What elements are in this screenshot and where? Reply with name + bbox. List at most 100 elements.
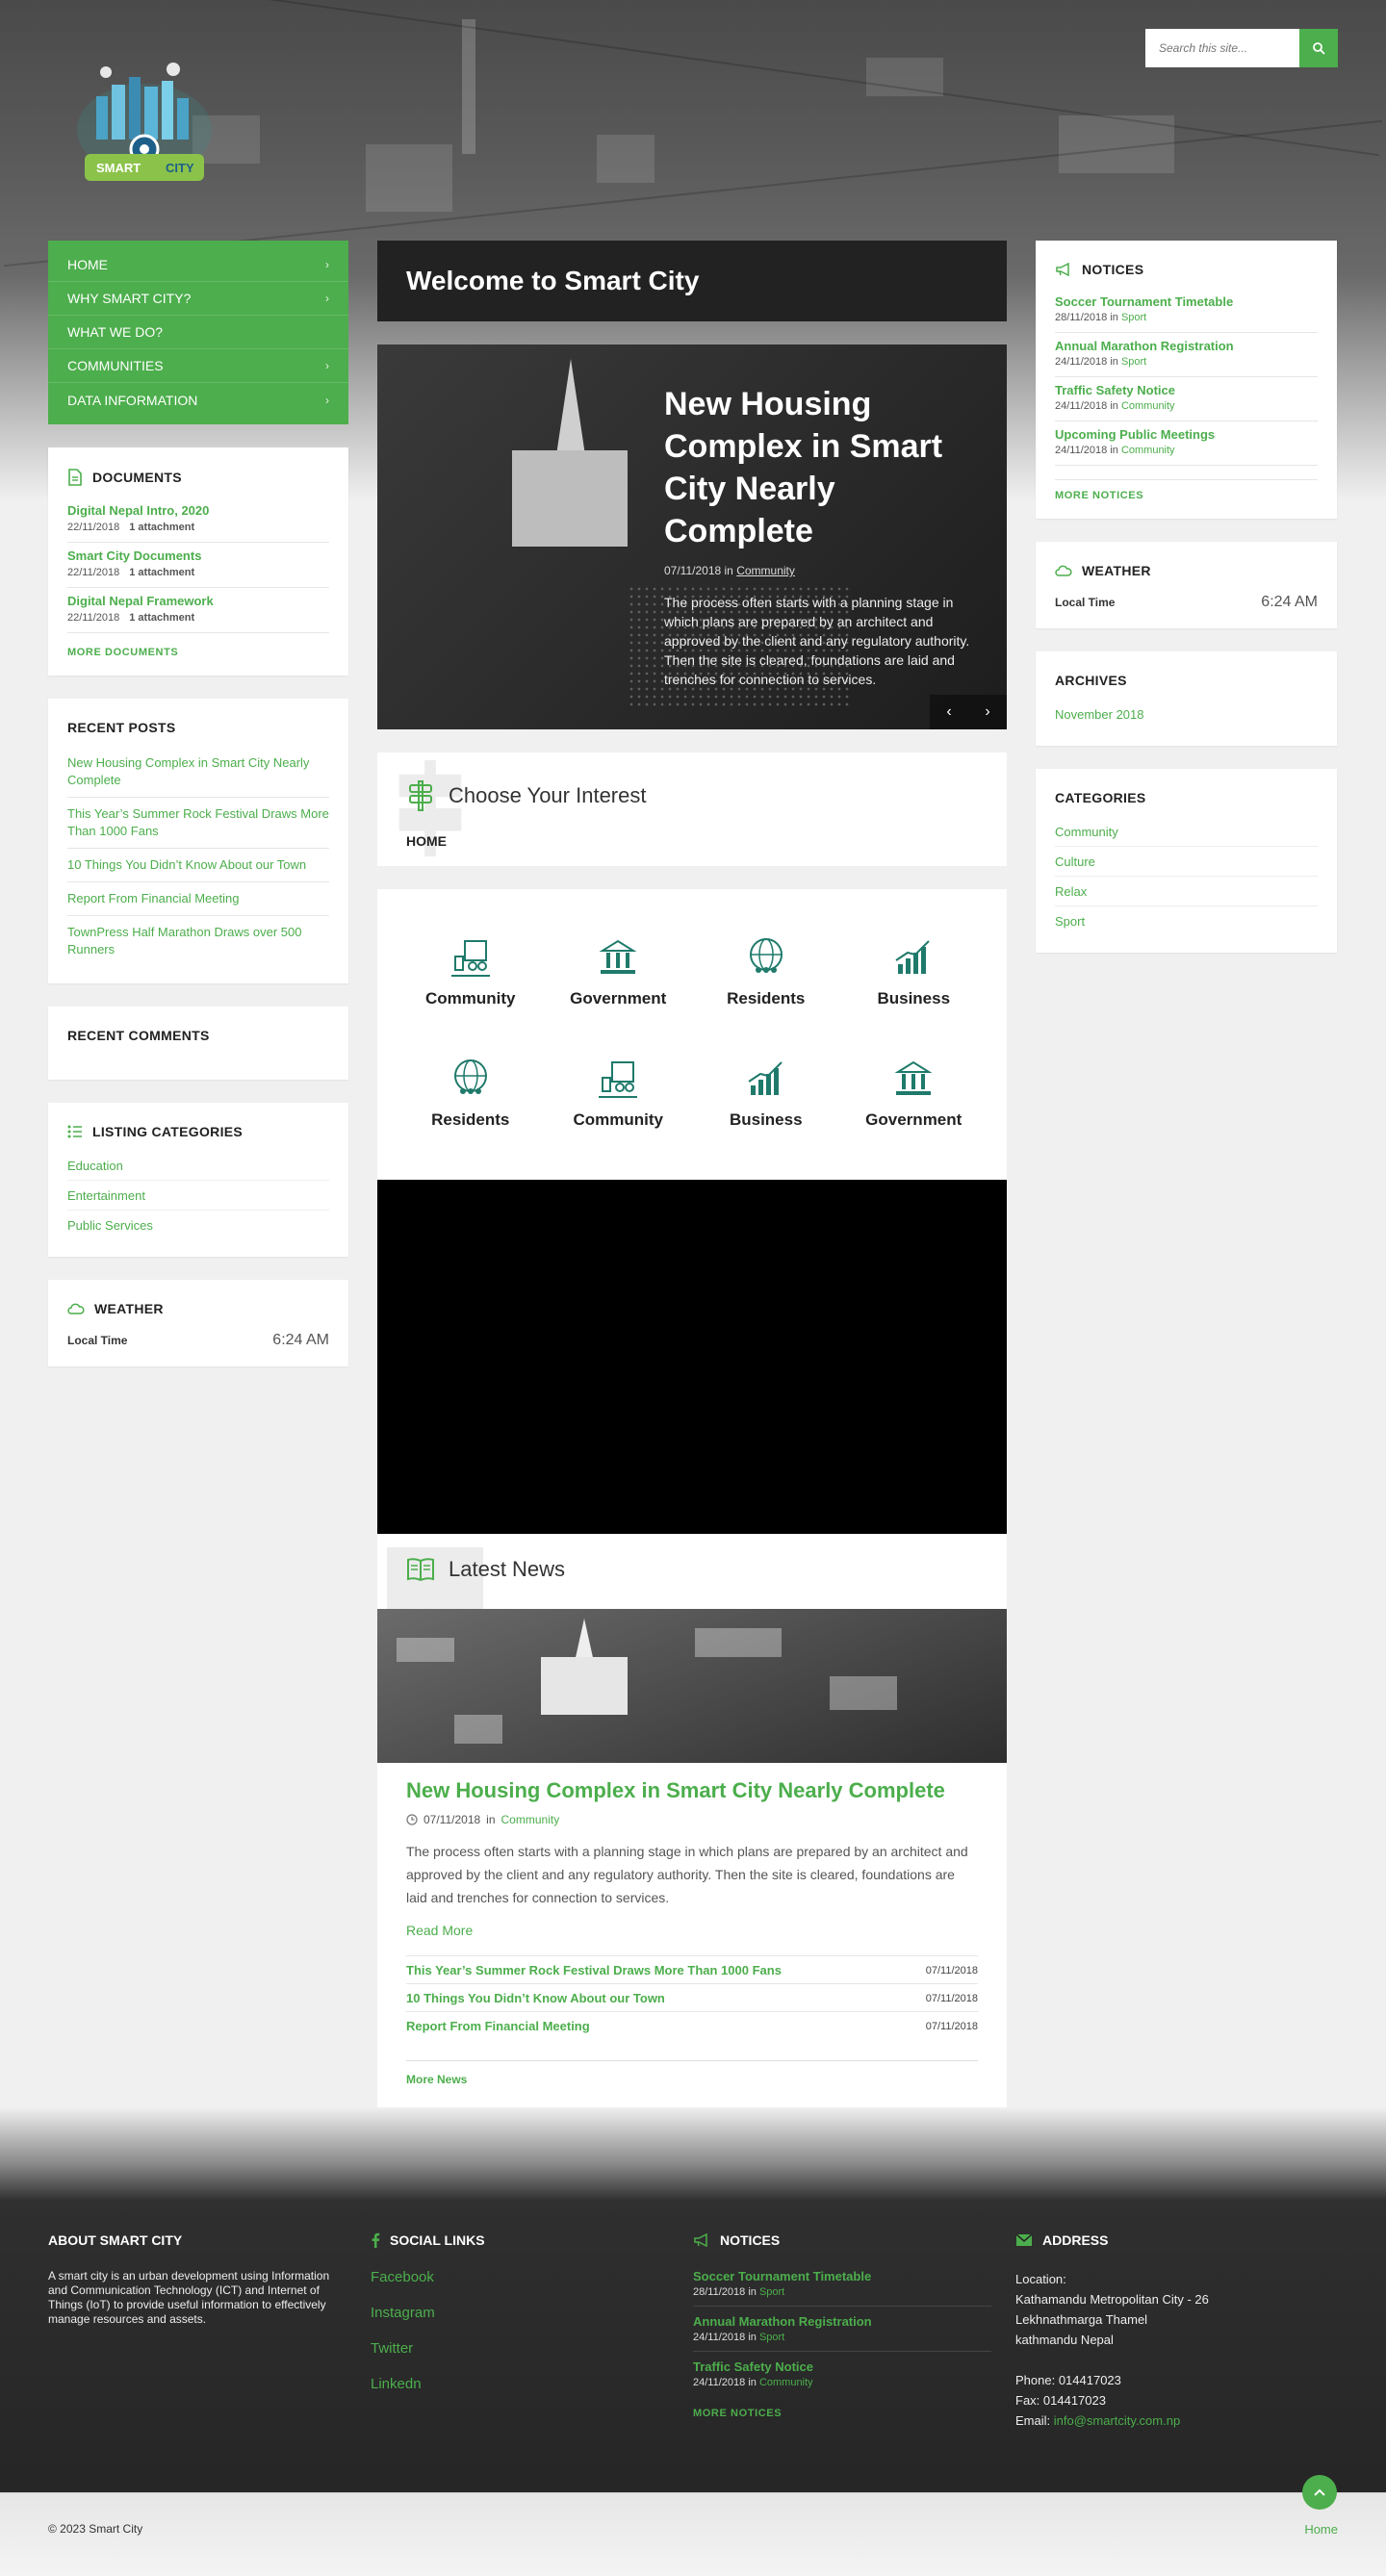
recent-post-link[interactable]: This Year’s Summer Rock Festival Draws M… [67, 798, 329, 849]
site-logo[interactable]: SMART CITY [67, 58, 221, 188]
listing-category-link[interactable]: Entertainment [67, 1181, 329, 1211]
menu-item-what-we-do[interactable]: WHAT WE DO? [48, 316, 348, 349]
categories-title: CATEGORIES [1055, 790, 1146, 805]
address-email-link[interactable]: info@smartcity.com.np [1054, 2413, 1180, 2428]
weather-widget-right: WEATHER Local Time 6:24 AM [1036, 542, 1337, 628]
footer-address-heading: ADDRESS [1042, 2232, 1109, 2248]
featured-news-category-link[interactable]: Community [501, 1813, 560, 1826]
interest-card-community[interactable]: Community [397, 935, 545, 1008]
more-notices-link[interactable]: MORE NOTICES [1055, 479, 1318, 501]
notice-category-link[interactable]: Community [1121, 445, 1175, 456]
notice-item: Annual Marathon Registration 24/11/2018 i… [1055, 333, 1318, 377]
business-icon [895, 940, 930, 974]
bottom-home-link[interactable]: Home [1304, 2522, 1338, 2537]
news-item-link[interactable]: Report From Financial Meeting [406, 2019, 590, 2033]
slider-prev-button[interactable]: ‹ [930, 695, 968, 729]
footer-about-heading: ABOUT SMART CITY [48, 2232, 183, 2248]
notice-link[interactable]: Traffic Safety Notice [1055, 383, 1175, 397]
recent-post-link[interactable]: Report From Financial Meeting [67, 882, 329, 916]
document-date: 22/11/2018 [67, 612, 120, 624]
footer-notice-link[interactable]: Soccer Tournament Timetable [693, 2269, 871, 2283]
interest-card-business[interactable]: Business [840, 935, 988, 1008]
recent-post-link[interactable]: TownPress Half Marathon Draws over 500 R… [67, 916, 329, 966]
notice-link[interactable]: Upcoming Public Meetings [1055, 427, 1215, 442]
menu-item-why-smart-city[interactable]: WHY SMART CITY? › [48, 282, 348, 316]
menu-item-communities[interactable]: COMMUNITIES › [48, 349, 348, 383]
interest-card-government[interactable]: Government [545, 935, 693, 1008]
news-list-item: This Year’s Summer Rock Festival Draws M… [406, 1955, 978, 1983]
featured-news-image[interactable] [377, 1609, 1007, 1763]
notice-date: 24/11/2018 [1055, 445, 1108, 456]
menu-item-data-information[interactable]: DATA INFORMATION › [48, 383, 348, 417]
widget-title: WEATHER [1055, 563, 1318, 578]
interest-tab-home[interactable]: HOME [406, 833, 978, 849]
news-item-link[interactable]: This Year’s Summer Rock Festival Draws M… [406, 1963, 782, 1977]
instagram-link[interactable]: Instagram [371, 2305, 693, 2321]
read-more-link[interactable]: Read More [406, 1923, 978, 1938]
category-link[interactable]: Community [1055, 817, 1318, 847]
notice-category-link[interactable]: Community [1121, 400, 1175, 412]
document-link[interactable]: Digital Nepal Framework [67, 594, 214, 608]
government-icon [599, 939, 637, 974]
weather-cloud-icon [67, 1303, 85, 1314]
more-documents-link[interactable]: MORE DOCUMENTS [67, 647, 329, 658]
document-link[interactable]: Digital Nepal Intro, 2020 [67, 503, 209, 518]
interest-card-government[interactable]: Government [840, 1057, 988, 1130]
footer-notice-date: 24/11/2018 [693, 2332, 746, 2343]
footer-more-notices-link[interactable]: MORE NOTICES [693, 2408, 1015, 2419]
facebook-link[interactable]: Facebook [371, 2269, 693, 2285]
search-input[interactable] [1145, 29, 1299, 67]
slider-title[interactable]: New Housing Complex in Smart City Nearly… [664, 383, 982, 552]
archive-link[interactable]: November 2018 [1055, 700, 1318, 728]
category-link[interactable]: Culture [1055, 847, 1318, 877]
interest-card-community[interactable]: Community [545, 1057, 693, 1130]
notice-link[interactable]: Soccer Tournament Timetable [1055, 294, 1233, 309]
more-news-link[interactable]: More News [406, 2060, 978, 2086]
category-link[interactable]: Sport [1055, 906, 1318, 935]
search-button[interactable] [1299, 29, 1338, 67]
weather-time: 6:24 AM [1261, 594, 1318, 610]
category-link[interactable]: Relax [1055, 877, 1318, 906]
recent-post-link[interactable]: 10 Things You Didn’t Know About our Town [67, 849, 329, 882]
svg-text:SMART: SMART [96, 161, 141, 175]
footer-notice-category[interactable]: Community [759, 2377, 813, 2388]
residents-icon [749, 938, 783, 973]
featured-news-date: 07/11/2018 [424, 1813, 481, 1826]
notice-link[interactable]: Annual Marathon Registration [1055, 339, 1234, 353]
address-line: kathmandu Nepal [1015, 2333, 1114, 2347]
menu-item-label: HOME [67, 257, 108, 272]
documents-widget: DOCUMENTS Digital Nepal Intro, 2020 22/11… [48, 447, 348, 676]
document-item: Smart City Documents 22/11/2018 1 attachme… [67, 543, 329, 588]
twitter-link[interactable]: Twitter [371, 2340, 693, 2357]
footer-notice-in: in [748, 2377, 757, 2388]
video-player[interactable] [377, 1180, 1007, 1534]
recent-post-link[interactable]: New Housing Complex in Smart City Nearly… [67, 747, 329, 798]
notice-category-link[interactable]: Sport [1121, 312, 1146, 323]
linkedin-link[interactable]: Linkedn [371, 2376, 693, 2392]
notice-category-link[interactable]: Sport [1121, 356, 1146, 368]
back-to-top-button[interactable] [1302, 2475, 1337, 2510]
menu-item-home[interactable]: HOME › [48, 248, 348, 282]
chevron-right-icon: › [325, 393, 329, 407]
list-icon [67, 1125, 82, 1138]
listing-category-link[interactable]: Public Services [67, 1211, 329, 1239]
document-attachment: 1 attachment [129, 612, 195, 624]
news-item-link[interactable]: 10 Things You Didn’t Know About our Town [406, 1991, 665, 2005]
slider-next-button[interactable]: › [968, 695, 1007, 729]
footer-notice-link[interactable]: Annual Marathon Registration [693, 2314, 872, 2329]
slider-caption: New Housing Complex in Smart City Nearly… [664, 383, 982, 689]
featured-slider[interactable]: New Housing Complex in Smart City Nearly… [377, 344, 1007, 729]
interest-grid-panel: Community Government Residents Business … [377, 889, 1007, 2111]
footer-notice-category[interactable]: Sport [759, 2332, 784, 2343]
slider-category-link[interactable]: Community [736, 564, 795, 577]
notice-in: in [1110, 445, 1118, 456]
footer-notice-link[interactable]: Traffic Safety Notice [693, 2359, 813, 2374]
document-link[interactable]: Smart City Documents [67, 548, 201, 563]
footer-notice-category[interactable]: Sport [759, 2286, 784, 2298]
recent-posts-title: RECENT POSTS [67, 720, 176, 735]
interest-card-residents[interactable]: Residents [397, 1057, 545, 1130]
listing-category-link[interactable]: Education [67, 1151, 329, 1181]
featured-news-title[interactable]: New Housing Complex in Smart City Nearly… [406, 1778, 978, 1803]
interest-card-residents[interactable]: Residents [692, 935, 840, 1008]
interest-card-business[interactable]: Business [692, 1057, 840, 1130]
